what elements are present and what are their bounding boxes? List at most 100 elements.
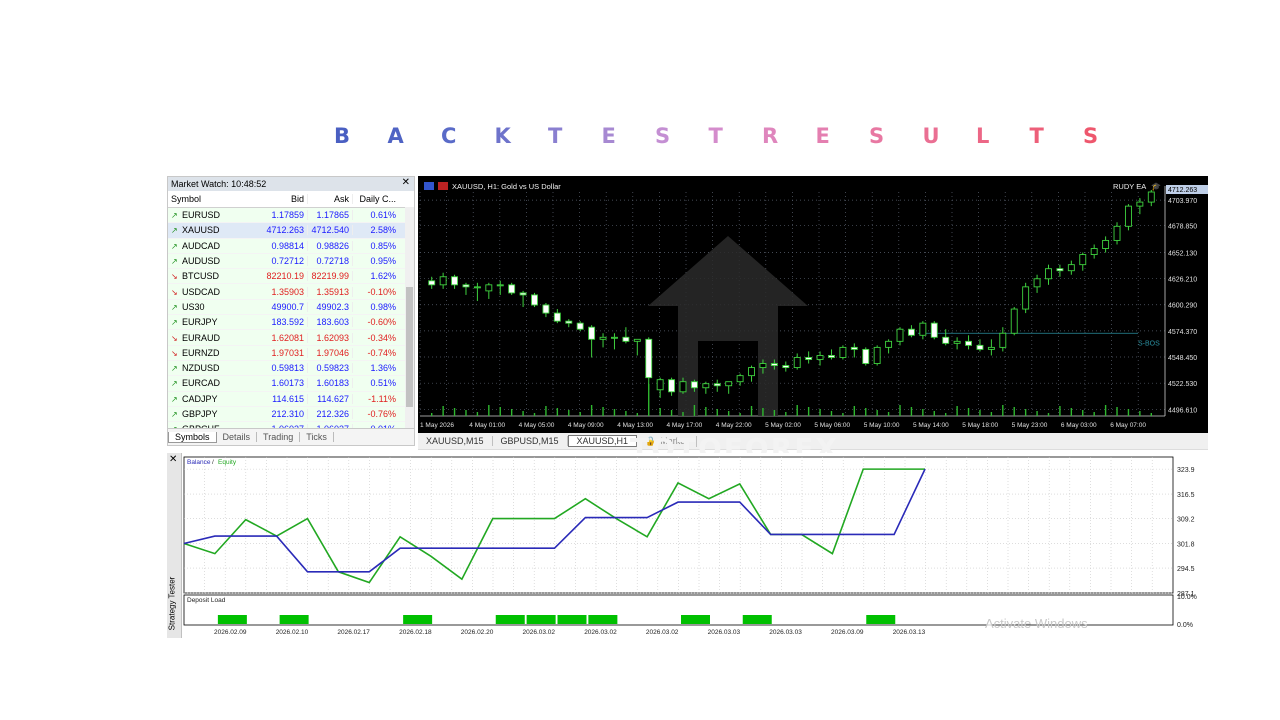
x-tick-label: 5 May 14:00 bbox=[913, 422, 949, 429]
table-row[interactable]: ↗ NZDUSD 0.59813 0.59823 1.36% bbox=[168, 360, 414, 377]
bid-cell: 4712.263 bbox=[263, 225, 308, 236]
x-tick-label: 2026.02.10 bbox=[276, 629, 309, 636]
chart-tab-xauusd-m15[interactable]: XAUUSD,M15 bbox=[418, 436, 493, 446]
y-tick-label: 4600.290 bbox=[1168, 303, 1197, 310]
scrollbar-thumb[interactable] bbox=[406, 287, 413, 407]
candle-body bbox=[439, 276, 447, 286]
heading-letter: T bbox=[548, 124, 563, 148]
candle-body bbox=[782, 365, 790, 369]
column-header-ask[interactable]: Ask bbox=[308, 194, 353, 204]
column-header-symbol[interactable]: Symbol bbox=[168, 194, 263, 204]
table-row[interactable]: ↗ EURJPY 183.592 183.603 -0.60% bbox=[168, 315, 414, 331]
table-row[interactable]: ↘ EURAUD 1.62081 1.62093 -0.34% bbox=[168, 330, 414, 346]
candle-body bbox=[1033, 278, 1041, 288]
daily-change-cell: 0.95% bbox=[370, 256, 396, 267]
symbol-cell: ↘ USDCAD bbox=[168, 287, 263, 297]
candle-body bbox=[462, 284, 470, 288]
deposit-load-bar bbox=[742, 615, 772, 624]
candle-body bbox=[1056, 268, 1064, 272]
column-header-daily-change[interactable]: Daily C... bbox=[353, 194, 399, 204]
daily-change-cell: -1.11% bbox=[368, 393, 396, 404]
ask-cell: 49902.3 bbox=[308, 301, 353, 312]
tab-details[interactable]: Details bbox=[217, 432, 258, 442]
symbol-cell: ↗ AUDUSD bbox=[168, 256, 263, 266]
symbol-cell: ↗ CADJPY bbox=[168, 394, 263, 404]
bid-cell: 1.60173 bbox=[263, 378, 308, 389]
market-watch-header: Symbol Bid Ask Daily C... bbox=[168, 191, 414, 208]
close-icon[interactable]: ✕ bbox=[402, 177, 410, 188]
symbol-name: US30 bbox=[182, 301, 205, 312]
deposit-load-title: Deposit Load bbox=[187, 597, 226, 604]
scrollbar[interactable] bbox=[405, 207, 414, 432]
tab-symbols[interactable]: Symbols bbox=[168, 431, 217, 443]
symbol-name: EURJPY bbox=[182, 317, 218, 328]
tab-trading[interactable]: Trading bbox=[257, 432, 301, 442]
y-tick-label: 294.5 bbox=[1177, 566, 1195, 573]
candle-body bbox=[645, 338, 653, 379]
x-tick-label: 2026.03.02 bbox=[646, 629, 679, 636]
x-tick-label: 4 May 05:00 bbox=[519, 422, 555, 429]
x-tick-label: 1 May 2026 bbox=[420, 422, 454, 429]
chart-tab-xauusd-h1[interactable]: XAUUSD,H1 bbox=[567, 435, 638, 447]
candle-body bbox=[679, 381, 687, 393]
deposit-load-bar bbox=[217, 615, 247, 624]
daily-change-cell: -0.60% bbox=[367, 317, 396, 328]
table-row[interactable]: ↘ EURNZD 1.97031 1.97046 -0.74% bbox=[168, 345, 414, 361]
candle-body bbox=[725, 381, 733, 387]
y-tick-label: 316.5 bbox=[1177, 492, 1195, 499]
x-tick-label: 2026.02.09 bbox=[214, 629, 247, 636]
candle-body bbox=[553, 312, 561, 322]
ask-cell: 1.60183 bbox=[308, 378, 353, 389]
chart-tab-gbpusd-m15[interactable]: GBPUSD,M15 bbox=[493, 436, 568, 446]
table-row[interactable]: ↗ AUDCAD 0.98814 0.98826 0.85% bbox=[168, 238, 414, 254]
x-tick-label: 2026.03.02 bbox=[584, 629, 617, 636]
table-row[interactable]: ↗ EURUSD 1.17859 1.17865 0.61% bbox=[168, 208, 414, 224]
x-tick-label: 2026.02.18 bbox=[399, 629, 432, 636]
symbol-cell: ↗ NZDUSD bbox=[168, 363, 263, 373]
candle-body bbox=[633, 338, 641, 342]
ask-cell: 1.35913 bbox=[308, 286, 353, 297]
column-header-bid[interactable]: Bid bbox=[263, 194, 308, 204]
candle-body bbox=[976, 344, 984, 350]
table-row[interactable]: ↗ CADJPY 114.615 114.627 -1.11% bbox=[168, 391, 414, 407]
candle-body bbox=[485, 284, 493, 292]
symbol-cell: ↗ EURUSD bbox=[168, 210, 263, 220]
x-tick-label: 5 May 02:00 bbox=[765, 422, 801, 429]
candle-body bbox=[542, 304, 550, 314]
candle-body bbox=[748, 367, 755, 377]
x-tick-label: 2026.03.13 bbox=[893, 629, 926, 636]
x-tick-label: 2026.03.03 bbox=[769, 629, 802, 636]
y-tick-label: 4496.610 bbox=[1168, 407, 1197, 414]
x-tick-label: 2026.03.09 bbox=[831, 629, 864, 636]
table-row[interactable]: ↗ US30 49900.7 49902.3 0.98% bbox=[168, 299, 414, 316]
candle-body bbox=[965, 340, 972, 346]
candle-body bbox=[1067, 264, 1075, 272]
candle-body bbox=[930, 322, 938, 338]
table-row[interactable]: ↘ USDCAD 1.35903 1.35913 -0.10% bbox=[168, 284, 414, 300]
symbol-name: EURNZD bbox=[182, 347, 220, 358]
candle-body bbox=[1102, 239, 1110, 249]
price-chart-svg: 4703.970 4678.850 4652.130 4626.210 4600.290… bbox=[418, 176, 1208, 433]
table-row[interactable]: ↘ BTCUSD 82210.19 82219.99 1.62% bbox=[168, 269, 414, 285]
tab-ticks[interactable]: Ticks bbox=[300, 432, 334, 442]
bid-cell: 1.97031 bbox=[263, 347, 308, 358]
symbol-name: AUDCAD bbox=[182, 240, 221, 251]
heading-letter: A bbox=[387, 124, 404, 148]
table-row[interactable]: ↗ XAUUSD 4712.263 4712.540 2.58% bbox=[168, 223, 414, 239]
table-row[interactable]: ↗ GBPJPY 212.310 212.326 -0.76% bbox=[168, 406, 414, 423]
symbol-name: EURUSD bbox=[182, 210, 221, 221]
table-row[interactable]: ↗ EURCAD 1.60173 1.60183 0.51% bbox=[168, 376, 414, 392]
bid-cell: 0.98814 bbox=[263, 240, 308, 251]
x-tick-label: 2026.03.02 bbox=[523, 629, 556, 636]
price-chart[interactable]: 4703.970 4678.850 4652.130 4626.210 4600.290… bbox=[418, 176, 1208, 433]
heading-letter: S bbox=[1083, 124, 1099, 148]
ask-cell: 4712.540 bbox=[308, 225, 353, 236]
y-tick-label: 4522.530 bbox=[1168, 381, 1197, 388]
symbol-name: GBPJPY bbox=[182, 409, 218, 419]
candle-body bbox=[862, 348, 870, 364]
balance-equity-chart: 323.9316.5309.2301.8294.5287.1Balance / … bbox=[183, 456, 1197, 636]
x-tick-label: 6 May 03:00 bbox=[1061, 422, 1097, 429]
table-row[interactable]: ↗ AUDUSD 0.72712 0.72718 0.95% bbox=[168, 253, 414, 270]
symbol-cell: ↗ US30 bbox=[168, 302, 263, 312]
daily-change-cell: 0.98% bbox=[370, 301, 396, 312]
